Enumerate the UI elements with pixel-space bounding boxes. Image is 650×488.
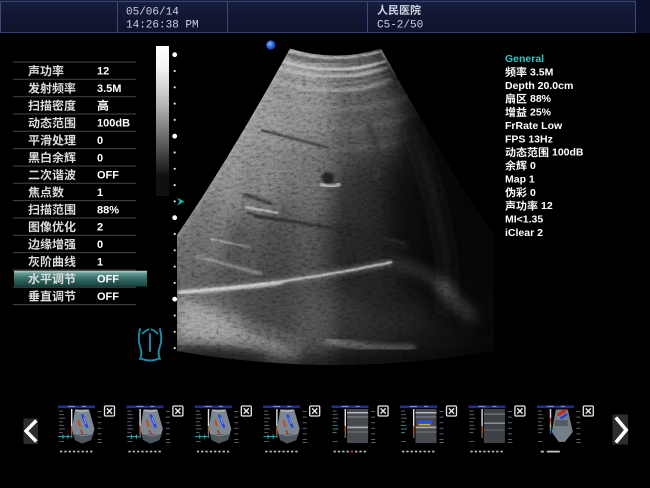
svg-text:1: 1 — [97, 187, 103, 199]
svg-text:Depth 20.0cm: Depth 20.0cm — [505, 80, 573, 92]
svg-text:12: 12 — [97, 66, 109, 78]
svg-text:iClear 2: iClear 2 — [505, 227, 543, 239]
svg-text:100dB: 100dB — [97, 118, 130, 130]
svg-text:MI<1.35: MI<1.35 — [505, 214, 543, 226]
svg-text:12: 12 — [541, 200, 553, 212]
svg-text:3.5M: 3.5M — [97, 83, 121, 95]
svg-text:14:26:38 PM: 14:26:38 PM — [126, 20, 199, 32]
svg-text:General: General — [505, 53, 544, 65]
svg-text:FrRate Low: FrRate Low — [505, 120, 563, 132]
svg-text:OFF: OFF — [97, 274, 119, 286]
svg-text:FPS 13Hz: FPS 13Hz — [505, 133, 553, 145]
svg-text:2: 2 — [97, 222, 103, 234]
svg-text:0: 0 — [97, 135, 103, 147]
svg-text:C5-2/50: C5-2/50 — [377, 20, 423, 32]
svg-text:0: 0 — [530, 160, 536, 172]
svg-text:25%: 25% — [530, 107, 552, 119]
svg-text:3.5M: 3.5M — [530, 66, 554, 78]
svg-text:0: 0 — [97, 239, 103, 251]
svg-text:0: 0 — [97, 152, 103, 164]
svg-text:OFF: OFF — [97, 170, 119, 182]
svg-text:OFF: OFF — [97, 291, 119, 303]
svg-text:100dB: 100dB — [552, 147, 584, 159]
svg-text:1: 1 — [97, 256, 103, 268]
svg-text:05/06/14: 05/06/14 — [126, 7, 179, 19]
svg-text:88%: 88% — [97, 204, 119, 216]
svg-text:Map 1: Map 1 — [505, 173, 535, 185]
svg-text:0: 0 — [530, 187, 536, 199]
svg-text:88%: 88% — [530, 93, 552, 105]
